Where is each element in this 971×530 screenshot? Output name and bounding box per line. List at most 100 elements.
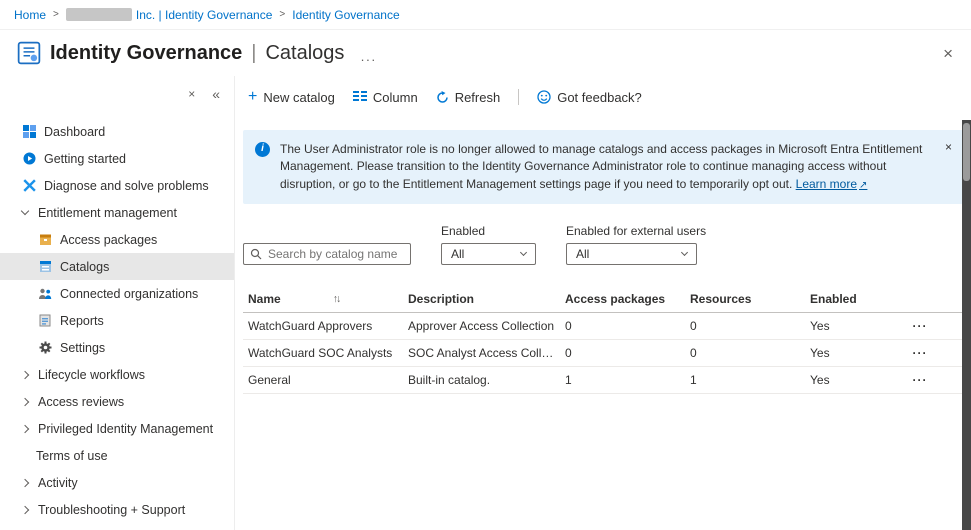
sidebar-item-label: Dashboard <box>44 125 105 139</box>
sidebar-search-clear-icon[interactable]: × <box>188 87 195 101</box>
catalogs-icon <box>38 260 52 273</box>
row-menu-icon[interactable]: ··· <box>900 319 940 333</box>
catalog-name-cell: WatchGuard SOC Analysts <box>243 346 403 360</box>
chevron-down-icon <box>681 249 688 256</box>
catalog-name-cell: WatchGuard Approvers <box>243 319 403 333</box>
content-area: i The User Administrator role is no long… <box>235 116 971 530</box>
breadcrumb-home[interactable]: Home <box>14 8 46 22</box>
column-header-description: Description <box>403 292 560 306</box>
new-catalog-button[interactable]: + New catalog <box>248 89 335 105</box>
column-icon <box>353 91 367 103</box>
catalog-access-packages-cell: 0 <box>560 346 685 360</box>
sidebar-item-connected-organizations[interactable]: Connected organizations <box>0 280 234 307</box>
breadcrumb-current[interactable]: Identity Governance <box>292 8 399 22</box>
chevron-down-icon <box>21 207 29 215</box>
breadcrumb: Home > Inc. | Identity Governance > Iden… <box>0 0 971 30</box>
info-banner: i The User Administrator role is no long… <box>243 130 963 204</box>
search-input[interactable] <box>268 247 404 261</box>
sidebar-group-label: Activity <box>38 476 78 490</box>
enabled-filter-select[interactable]: All <box>441 243 536 265</box>
banner-close-icon[interactable]: × <box>945 139 952 156</box>
sidebar-group-entitlement-management[interactable]: Entitlement management <box>0 199 234 226</box>
external-users-filter-select[interactable]: All <box>566 243 697 265</box>
sidebar: × « Dashboard Getting started <box>0 76 235 530</box>
main-content: + New catalog Column Refresh Got feedbac… <box>235 76 971 530</box>
column-button[interactable]: Column <box>353 90 418 105</box>
sidebar-group-access-reviews[interactable]: Access reviews <box>0 388 234 415</box>
catalog-access-packages-cell: 0 <box>560 319 685 333</box>
catalog-resources-cell: 0 <box>685 346 805 360</box>
close-icon[interactable]: × <box>943 45 953 62</box>
chevron-right-icon <box>21 397 29 405</box>
row-menu-icon[interactable]: ··· <box>900 373 940 387</box>
table-row[interactable]: General Built-in catalog. 1 1 Yes ··· <box>243 367 963 394</box>
chevron-right-icon <box>21 370 29 378</box>
enabled-filter-value: All <box>451 247 464 261</box>
table-row[interactable]: WatchGuard Approvers Approver Access Col… <box>243 313 963 340</box>
sidebar-group-privileged-identity-management[interactable]: Privileged Identity Management <box>0 415 234 442</box>
column-header-enabled: Enabled <box>805 292 900 306</box>
column-header-resources: Resources <box>685 292 805 306</box>
sidebar-group-label: Troubleshooting + Support <box>38 503 185 517</box>
feedback-button[interactable]: Got feedback? <box>537 90 642 105</box>
feedback-label: Got feedback? <box>557 90 642 105</box>
sidebar-item-label: Reports <box>60 314 104 328</box>
chevron-right-icon <box>21 424 29 432</box>
command-bar: + New catalog Column Refresh Got feedbac… <box>235 78 971 116</box>
title-divider: | <box>251 42 256 65</box>
banner-text: The User Administrator role is no longer… <box>280 141 929 193</box>
sidebar-item-settings[interactable]: Settings <box>0 334 234 361</box>
catalog-resources-cell: 1 <box>685 373 805 387</box>
sidebar-item-access-packages[interactable]: Access packages <box>0 226 234 253</box>
toolbar-divider <box>518 89 519 105</box>
external-link-icon: ↗ <box>859 180 867 191</box>
sidebar-item-getting-started[interactable]: Getting started <box>0 145 234 172</box>
column-header-name[interactable]: Name ↑↓ <box>243 292 403 306</box>
refresh-icon <box>436 91 449 104</box>
redacted-text <box>66 8 132 21</box>
sidebar-item-dashboard[interactable]: Dashboard <box>0 118 234 145</box>
refresh-label: Refresh <box>455 90 501 105</box>
external-users-filter: Enabled for external users All <box>566 224 706 265</box>
breadcrumb-org[interactable]: Inc. | Identity Governance <box>66 8 273 22</box>
identity-governance-icon <box>17 41 41 65</box>
row-menu-icon[interactable]: ··· <box>900 346 940 360</box>
catalog-access-packages-cell: 1 <box>560 373 685 387</box>
sidebar-item-catalogs[interactable]: Catalogs <box>0 253 234 280</box>
catalog-description-cell: Built-in catalog. <box>403 373 560 387</box>
column-header-label: Name <box>248 292 281 306</box>
sidebar-group-label: Access reviews <box>38 395 124 409</box>
sidebar-group-activity[interactable]: Activity <box>0 469 234 496</box>
title-bar: Identity Governance | Catalogs ··· × <box>0 30 971 76</box>
sidebar-item-diagnose[interactable]: Diagnose and solve problems <box>0 172 234 199</box>
sidebar-collapse-icon[interactable]: « <box>212 86 220 102</box>
sidebar-group-label: Lifecycle workflows <box>38 368 145 382</box>
sidebar-item-reports[interactable]: Reports <box>0 307 234 334</box>
sidebar-item-terms-of-use[interactable]: Terms of use <box>0 442 234 469</box>
learn-more-link[interactable]: Learn more↗ <box>796 177 868 191</box>
connected-organizations-icon <box>38 288 52 300</box>
enabled-filter-label: Enabled <box>441 224 536 238</box>
vertical-scrollbar[interactable] <box>962 120 971 530</box>
catalog-name-cell: General <box>243 373 403 387</box>
reports-icon <box>38 314 52 327</box>
sidebar-group-lifecycle-workflows[interactable]: Lifecycle workflows <box>0 361 234 388</box>
identity-governance-blade: Home > Inc. | Identity Governance > Iden… <box>0 0 971 530</box>
catalog-enabled-cell: Yes <box>805 319 900 333</box>
filter-bar: Enabled All Enabled for external users A… <box>243 224 963 265</box>
table-row[interactable]: WatchGuard SOC Analysts SOC Analyst Acce… <box>243 340 963 367</box>
scrollbar-thumb[interactable] <box>963 123 970 181</box>
external-users-filter-value: All <box>576 247 589 261</box>
refresh-button[interactable]: Refresh <box>436 90 501 105</box>
column-header-access-packages: Access packages <box>560 292 685 306</box>
sidebar-group-troubleshooting-support[interactable]: Troubleshooting + Support <box>0 496 234 523</box>
catalog-description-cell: Approver Access Collection <box>403 319 560 333</box>
sidebar-item-label: Access packages <box>60 233 157 247</box>
table-header-row: Name ↑↓ Description Access packages Reso… <box>243 285 963 313</box>
more-options-icon[interactable]: ··· <box>360 52 376 67</box>
dashboard-icon <box>22 125 36 138</box>
sidebar-item-label: Settings <box>60 341 105 355</box>
plus-icon: + <box>248 89 257 105</box>
sidebar-item-label: Connected organizations <box>60 287 198 301</box>
sidebar-item-label: Diagnose and solve problems <box>44 179 209 193</box>
